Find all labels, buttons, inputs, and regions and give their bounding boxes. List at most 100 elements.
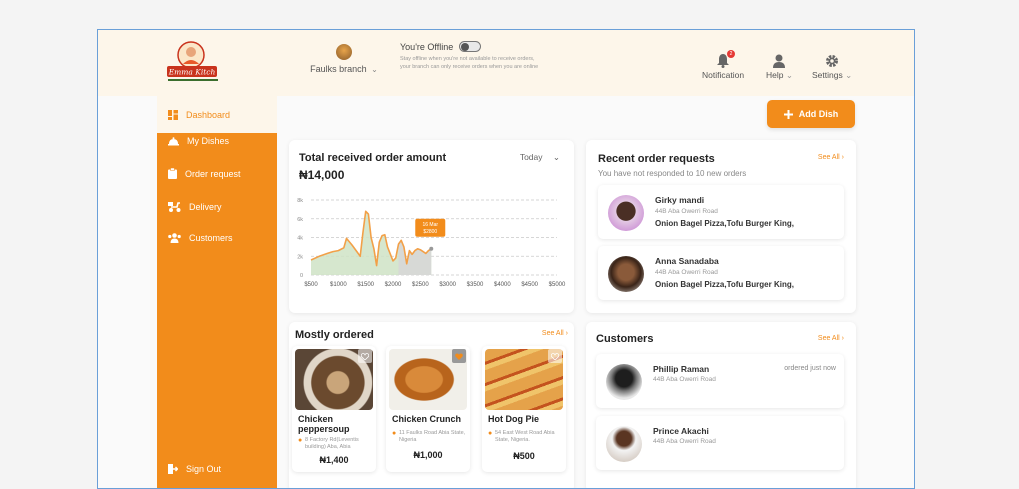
offline-status: You're Offline Stay offline when you're … <box>400 41 580 71</box>
top-bar: Emma Kitch Faulks branch ⌄ You're Offlin… <box>98 30 914 96</box>
sidebar-item-label: Dashboard <box>186 109 231 120</box>
gear-icon <box>826 55 839 67</box>
chart-title: Total received order amount <box>299 152 447 164</box>
y-tick-label: 8k <box>297 198 303 204</box>
chevron-right-icon: › <box>841 335 844 342</box>
dish-card[interactable]: Chicken peppersoup ● 8 Factory Rd(Leventi… <box>292 346 376 472</box>
heart-icon <box>551 352 559 360</box>
sidebar-item-order-request[interactable]: Order request <box>168 168 241 179</box>
x-tick-label: $4500 <box>521 282 538 288</box>
location-pin-icon: ● <box>392 430 397 437</box>
dish-name: Chicken peppersoup <box>298 414 350 434</box>
customers-see-all[interactable]: See All › <box>818 335 844 342</box>
order-customer-name: Anna Sanadaba <box>655 256 719 266</box>
clipboard-icon <box>168 168 177 179</box>
y-tick-label: 0 <box>300 273 303 279</box>
dish-price: ₦500 <box>513 451 535 461</box>
dish-address: 8 Factory Rd(Leventis building) Aba, Abi… <box>305 437 359 450</box>
sidebar: Dashboard My Dishes Order request Delive… <box>157 96 277 488</box>
x-tick-label: $1500 <box>357 282 374 288</box>
settings-label: Settings <box>812 70 843 80</box>
y-tick-label: 6k <box>297 217 303 223</box>
chevron-right-icon: › <box>565 330 568 337</box>
chevron-down-icon: ⌄ <box>845 70 853 80</box>
notification-button[interactable]: 2 Notification <box>702 50 745 80</box>
x-tick-label: $2000 <box>385 282 402 288</box>
add-dish-label: Add Dish <box>798 109 839 119</box>
favorite-button[interactable] <box>358 349 372 363</box>
tooltip-date: 16 Mar <box>422 222 438 228</box>
help-label: Help <box>766 70 784 80</box>
user-icon <box>773 54 786 68</box>
sidebar-item-label: Customers <box>189 233 233 243</box>
customers-title: Customers <box>596 333 654 345</box>
customers-card: Customers See All › Phillip Raman 44B Ab… <box>586 322 856 488</box>
order-address: 44B Aba Owerri Road <box>655 269 718 276</box>
customer-item[interactable]: Phillip Raman 44B Aba Owerri Road ordere… <box>596 354 844 408</box>
order-request-item[interactable]: Anna Sanadaba 44B Aba Owerri Road Onion … <box>598 246 844 300</box>
recent-orders-subtitle: You have not responded to 10 new orders <box>598 169 747 178</box>
offline-title: You're Offline <box>400 41 454 52</box>
help-button[interactable]: Help ⌄ <box>766 52 793 81</box>
avatar <box>608 195 644 231</box>
branch-avatar <box>336 44 352 60</box>
sidebar-item-label: My Dishes <box>187 136 230 146</box>
notification-badge: 2 <box>727 50 735 58</box>
heart-icon <box>455 352 463 360</box>
dish-card[interactable]: Hot Dog Pie ● 54 East West Road Abia Stat… <box>482 346 566 472</box>
heart-icon <box>361 352 369 360</box>
see-all-label: See All <box>817 154 840 161</box>
notification-label: Notification <box>702 70 745 80</box>
favorite-button[interactable] <box>548 349 562 363</box>
mostly-ordered-card: Mostly ordered See All › Chicken peppers… <box>289 322 574 488</box>
x-tick-label: $500 <box>304 282 318 288</box>
customer-name: Prince Akachi <box>653 426 709 436</box>
customer-item[interactable]: Prince Akachi 44B Aba Owerri Road <box>596 416 844 470</box>
period-selector[interactable]: Today ⌄ <box>520 152 560 163</box>
location-pin-icon: ● <box>488 430 493 437</box>
branch-name: Faulks branch <box>310 64 367 74</box>
customer-address: 44B Aba Owerri Road <box>653 438 716 445</box>
sidebar-item-customers[interactable]: Customers <box>168 233 233 243</box>
offline-desc-line1: Stay offline when you're not available t… <box>400 56 535 62</box>
total-amount: ₦14,000 <box>299 168 345 182</box>
sidebar-item-my-dishes[interactable]: My Dishes <box>168 136 229 146</box>
recent-orders-title: Recent order requests <box>598 153 715 165</box>
recent-orders-see-all[interactable]: See All › <box>818 154 844 161</box>
x-tick-label: $3000 <box>439 282 456 288</box>
sidebar-item-dashboard[interactable]: Dashboard <box>157 96 277 133</box>
favorite-button[interactable] <box>452 349 466 363</box>
branch-selector[interactable]: Faulks branch ⌄ <box>309 44 379 74</box>
online-toggle[interactable] <box>459 41 482 52</box>
chevron-down-icon: ⌄ <box>552 152 560 162</box>
avatar <box>606 364 642 400</box>
order-address: 44B Aba Owerri Road <box>655 208 718 215</box>
x-tick-label: $1000 <box>330 282 347 288</box>
period-label: Today <box>519 152 543 162</box>
people-icon <box>168 233 181 243</box>
sidebar-item-delivery[interactable]: Delivery <box>168 201 222 212</box>
sign-out-button[interactable]: Sign Out <box>168 464 221 474</box>
settings-button[interactable]: Settings ⌄ <box>812 52 852 81</box>
dish-price: ₦1,400 <box>319 455 349 465</box>
dish-name: Hot Dog Pie <box>488 414 539 424</box>
order-request-item[interactable]: Girky mandi 44B Aba Owerri Road Onion Ba… <box>598 185 844 239</box>
order-amount-card: Total received order amount ₦14,000 Toda… <box>289 140 574 313</box>
add-dish-button[interactable]: Add Dish <box>767 100 855 128</box>
avatar <box>606 426 642 462</box>
order-items: Onion Bagel Pizza,Tofu Burger King, <box>655 280 794 289</box>
order-items: Onion Bagel Pizza,Tofu Burger King, <box>655 219 794 228</box>
mostly-ordered-see-all[interactable]: See All › <box>542 330 568 337</box>
brand-logo[interactable]: Emma Kitch <box>164 38 222 88</box>
sidebar-item-label: Order request <box>185 168 241 179</box>
chevron-down-icon: ⌄ <box>371 65 378 74</box>
offline-desc-line2: your branch can only receive orders when… <box>400 64 539 70</box>
see-all-label: See All <box>541 330 564 337</box>
x-tick-label: $2500 <box>412 282 429 288</box>
customer-address: 44B Aba Owerri Road <box>653 376 716 383</box>
y-tick-label: 4k <box>297 236 303 242</box>
sign-out-label: Sign Out <box>186 464 222 474</box>
order-customer-name: Girky mandi <box>655 195 705 205</box>
tooltip-value: $2800 <box>423 229 437 235</box>
dish-card[interactable]: Chicken Crunch ● 11 Faulks Road Abia Stat… <box>386 346 470 472</box>
